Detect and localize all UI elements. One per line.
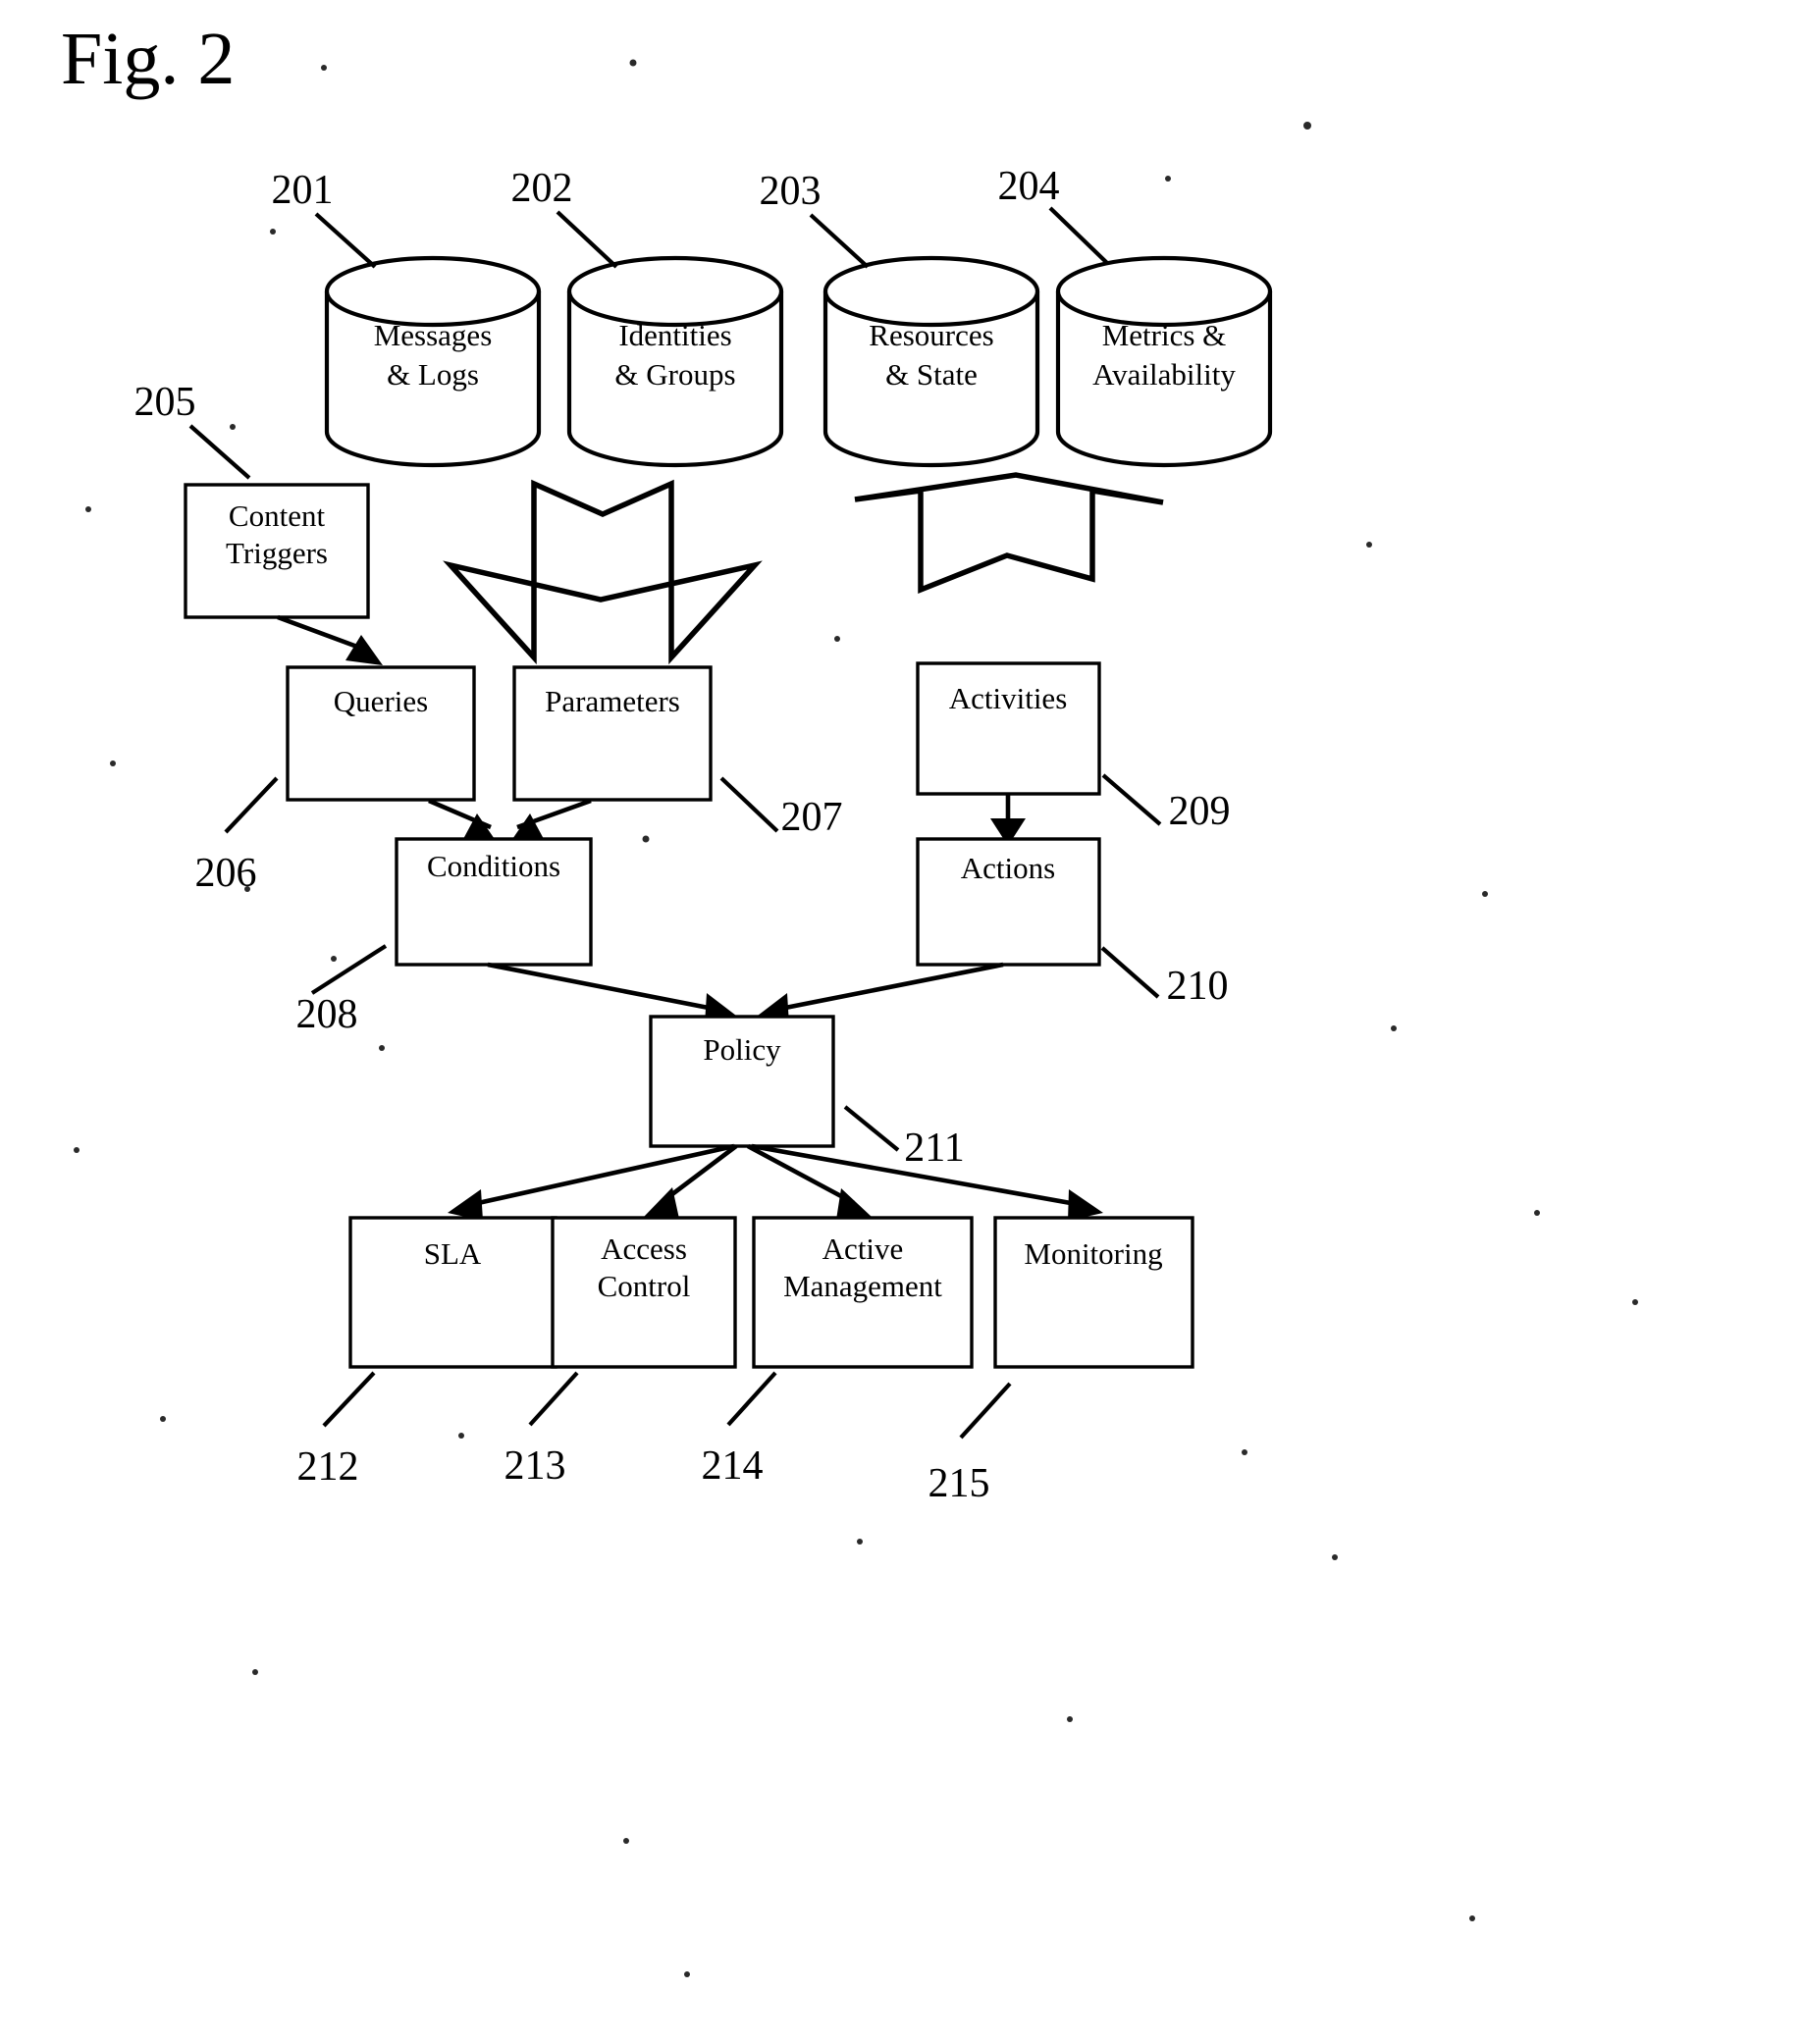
leader-201 — [314, 212, 377, 269]
node-label: Conditions — [427, 849, 560, 883]
node-actions[interactable]: Actions — [916, 837, 1101, 967]
data-store-label-line2: Availability — [1092, 357, 1236, 392]
node-monitoring[interactable]: Monitoring — [993, 1216, 1194, 1369]
page-title: Fig. 2 — [61, 18, 235, 100]
node-label: SLA — [424, 1236, 482, 1271]
ref-numeral-204: 204 — [998, 164, 1060, 209]
node-label: Parameters — [545, 684, 680, 718]
node-content-triggers[interactable]: Content Triggers — [184, 483, 370, 619]
ref-numeral-214: 214 — [702, 1443, 764, 1489]
leader-207 — [719, 776, 779, 833]
ref-numeral-215: 215 — [928, 1461, 990, 1506]
node-label: Activities — [949, 681, 1068, 715]
data-store-label-line2: & State — [885, 357, 978, 392]
node-label: Monitoring — [1024, 1236, 1162, 1271]
node-queries[interactable]: Queries — [286, 665, 476, 802]
ref-numeral-213: 213 — [504, 1443, 566, 1489]
node-label-line1: Content — [229, 498, 326, 533]
node-sla[interactable]: SLA — [348, 1216, 557, 1369]
ref-numeral-210: 210 — [1167, 964, 1229, 1009]
node-parameters[interactable]: Parameters — [512, 665, 713, 802]
leader-209 — [1101, 773, 1162, 826]
ref-numeral-206: 206 — [195, 851, 257, 896]
node-access-control[interactable]: Access Control — [551, 1216, 737, 1369]
block-arrow-down — [443, 479, 763, 665]
data-store-label-line2: & Groups — [614, 357, 735, 392]
patent-figure-2: Fig. 2 Messages & Logs 201 Identities & … — [0, 0, 1803, 2044]
diagram-canvas: Fig. 2 Messages & Logs 201 Identities & … — [61, 18, 1638, 1977]
data-store-metrics-availability[interactable]: Metrics & Availability — [1055, 255, 1273, 468]
data-store-messages-logs[interactable]: Messages & Logs — [324, 255, 542, 468]
node-label-line2: Control — [598, 1269, 691, 1303]
leader-206 — [224, 776, 279, 834]
node-policy[interactable]: Policy — [649, 1015, 835, 1148]
node-label: Actions — [961, 851, 1055, 885]
data-store-label-line1: Metrics & — [1102, 318, 1227, 352]
leader-215 — [959, 1382, 1012, 1440]
data-store-label-line2: & Logs — [387, 357, 479, 392]
ref-numeral-209: 209 — [1169, 789, 1231, 834]
ref-numeral-203: 203 — [760, 169, 822, 214]
edge-policy-to-sla — [448, 1143, 735, 1221]
node-conditions[interactable]: Conditions — [395, 837, 593, 967]
leader-205 — [188, 424, 251, 480]
ref-numeral-208: 208 — [296, 992, 358, 1037]
ref-numeral-205: 205 — [134, 380, 196, 425]
ref-numeral-202: 202 — [511, 166, 573, 211]
node-label: Queries — [334, 684, 428, 718]
node-label-line1: Access — [601, 1232, 687, 1266]
data-store-label-line1: Identities — [618, 318, 731, 352]
data-store-resources-state[interactable]: Resources & State — [822, 255, 1040, 468]
leader-214 — [726, 1371, 777, 1427]
leader-208 — [310, 944, 388, 995]
leader-203 — [809, 213, 870, 269]
node-label: Policy — [703, 1032, 781, 1067]
leader-211 — [843, 1105, 900, 1152]
node-label-line2: Triggers — [226, 536, 328, 570]
node-active-management[interactable]: Active Management — [752, 1216, 974, 1369]
block-arrow-up — [854, 472, 1164, 595]
data-store-label-line1: Resources — [869, 318, 993, 352]
leader-213 — [528, 1371, 579, 1427]
node-activities[interactable]: Activities — [916, 661, 1101, 796]
data-store-identities-groups[interactable]: Identities & Groups — [566, 255, 784, 468]
edge-content-triggers-to-queries — [277, 614, 383, 665]
data-store-label-line1: Messages — [374, 318, 493, 352]
leader-202 — [556, 210, 618, 269]
node-label-line1: Active — [822, 1232, 904, 1266]
ref-numeral-201: 201 — [272, 168, 334, 213]
node-label-line2: Management — [783, 1269, 942, 1303]
ref-numeral-212: 212 — [297, 1444, 359, 1490]
ref-numeral-207: 207 — [781, 795, 843, 840]
leader-212 — [322, 1371, 376, 1428]
leader-210 — [1100, 946, 1160, 999]
leader-204 — [1048, 206, 1109, 265]
ref-numeral-211: 211 — [904, 1126, 964, 1171]
